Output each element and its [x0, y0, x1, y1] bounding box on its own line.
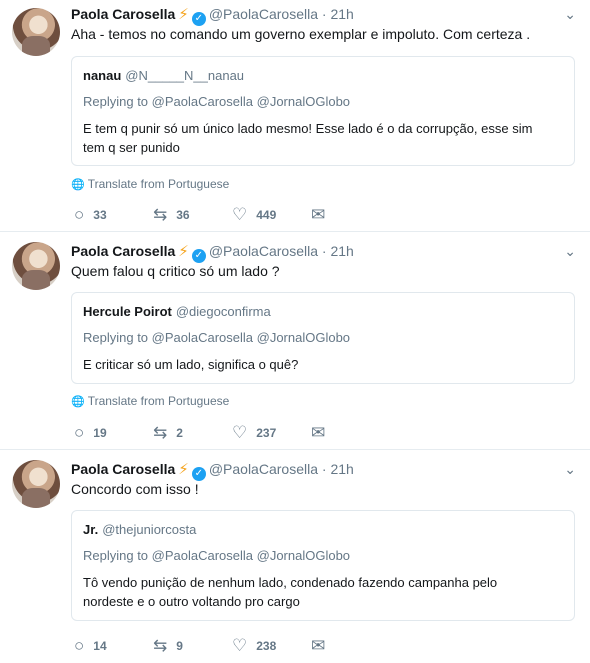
envelope-icon: ✉ [311, 636, 326, 655]
author-name[interactable]: Paola Carosella [71, 243, 175, 259]
retweet-icon: ⇆ [153, 636, 168, 655]
quote-text-line: tem q ser punido [83, 140, 180, 155]
chevron-down-icon[interactable]: ⌄ [564, 6, 576, 23]
retweet-button[interactable]: ⇆ 36 [153, 205, 232, 225]
retweet-count: 2 [176, 426, 183, 440]
heart-icon: ♡ [232, 423, 248, 442]
avatar[interactable] [12, 8, 60, 56]
quote-header: Jr. @thejuniorcosta [83, 521, 563, 539]
retweet-count: 9 [176, 639, 183, 653]
bolt-icon: ⚡ [178, 6, 189, 23]
quote-replying-to: Replying to @PaolaCarosella @JornalOGlob… [83, 94, 351, 109]
direct-message-button[interactable]: ✉ [311, 636, 391, 656]
verified-icon: ✓ [191, 12, 206, 26]
tweet-actions: ○ 33 ⇆ 36 ♡ 449 ✉ [74, 205, 391, 225]
quote-text-line: E tem q punir só um único lado mesmo! Es… [83, 121, 533, 136]
bolt-icon: ⚡ [178, 243, 189, 260]
retweet-icon: ⇆ [153, 205, 168, 224]
reply-icon: ○ [74, 636, 85, 655]
quote-header: nanau @N_____N__nanau [83, 67, 563, 85]
like-count: 237 [256, 426, 277, 440]
like-count: 238 [256, 639, 277, 653]
quote-text: E criticar só um lado, significa o quê? [83, 355, 563, 374]
like-count: 449 [256, 208, 277, 222]
reply-count: 33 [93, 208, 107, 222]
timestamp[interactable]: 21h [330, 243, 353, 259]
tweet[interactable]: Paola Carosella ⚡ ✓ @PaolaCarosella · 21h ⌄… [0, 0, 590, 232]
bolt-icon: ⚡ [178, 461, 189, 478]
quote-author-name: nanau [83, 68, 122, 83]
tweet-actions: ○ 14 ⇆ 9 ♡ 238 ✉ [74, 636, 391, 656]
direct-message-button[interactable]: ✉ [311, 423, 391, 443]
reply-button[interactable]: ○ 19 [74, 423, 153, 443]
reply-count: 19 [93, 426, 107, 440]
quote-text-line: Tô vendo punição de nenhum lado, condena… [83, 575, 498, 590]
quote-text: E tem q punir só um único lado mesmo! Es… [83, 119, 563, 157]
translate-label: Translate from Portuguese [87, 394, 230, 408]
tweet-header: Paola Carosella ⚡ ✓ @PaolaCarosella · 21h [71, 242, 354, 263]
avatar[interactable] [12, 242, 60, 290]
like-button[interactable]: ♡ 238 [232, 636, 311, 656]
like-button[interactable]: ♡ 237 [232, 423, 311, 443]
reply-button[interactable]: ○ 14 [74, 636, 153, 656]
quote-header: Hercule Poirot @diegoconfirma [83, 303, 563, 321]
separator-dot: · [321, 461, 327, 477]
quote-author-name: Hercule Poirot [83, 304, 172, 319]
verified-icon: ✓ [191, 467, 206, 481]
tweet-text: Concordo com isso ! [71, 481, 199, 497]
timestamp[interactable]: 21h [330, 6, 353, 22]
timestamp[interactable]: 21h [330, 461, 353, 477]
avatar[interactable] [12, 460, 60, 508]
quote-text-line: E criticar só um lado, significa o quê? [83, 357, 299, 372]
translate-label: Translate from Portuguese [87, 177, 230, 191]
translate-link[interactable]: 🌐 Translate from Portuguese [71, 177, 229, 191]
quoted-tweet[interactable]: nanau @N_____N__nanau Replying to @PaolaC… [71, 56, 575, 166]
tweet-header: Paola Carosella ⚡ ✓ @PaolaCarosella · 21h [71, 460, 354, 481]
envelope-icon: ✉ [311, 205, 326, 224]
quote-author-handle: @diegoconfirma [175, 304, 271, 319]
quote-replying-to: Replying to @PaolaCarosella @JornalOGlob… [83, 548, 351, 563]
tweet-actions: ○ 19 ⇆ 2 ♡ 237 ✉ [74, 423, 391, 443]
verified-icon: ✓ [191, 249, 206, 263]
tweet[interactable]: Paola Carosella ⚡ ✓ @PaolaCarosella · 21h ⌄… [0, 232, 590, 450]
retweet-button[interactable]: ⇆ 2 [153, 423, 232, 443]
envelope-icon: ✉ [311, 423, 326, 442]
reply-button[interactable]: ○ 33 [74, 205, 153, 225]
separator-dot: · [321, 6, 327, 22]
globe-icon: 🌐 [71, 179, 85, 191]
quote-author-handle: @N_____N__nanau [125, 68, 245, 83]
tweet-text: Aha - temos no comando um governo exempl… [71, 26, 531, 42]
chevron-down-icon[interactable]: ⌄ [564, 243, 576, 260]
quote-text: Tô vendo punição de nenhum lado, condena… [83, 573, 563, 611]
reply-icon: ○ [74, 423, 85, 442]
quote-text-line: nordeste e o outro voltando pro cargo [83, 594, 300, 609]
author-name[interactable]: Paola Carosella [71, 6, 175, 22]
quoted-tweet[interactable]: Hercule Poirot @diegoconfirma Replying to… [71, 292, 575, 384]
author-handle[interactable]: @PaolaCarosella [209, 461, 318, 477]
tweet-header: Paola Carosella ⚡ ✓ @PaolaCarosella · 21h [71, 5, 354, 26]
retweet-button[interactable]: ⇆ 9 [153, 636, 232, 656]
separator-dot: · [321, 243, 327, 259]
reply-icon: ○ [74, 205, 85, 224]
heart-icon: ♡ [232, 636, 248, 655]
like-button[interactable]: ♡ 449 [232, 205, 311, 225]
globe-icon: 🌐 [71, 396, 85, 408]
quote-author-name: Jr. [83, 522, 99, 537]
tweet-text: Quem falou q critico só um lado ? [71, 263, 280, 279]
author-handle[interactable]: @PaolaCarosella [209, 243, 318, 259]
quote-author-handle: @thejuniorcosta [102, 522, 197, 537]
quote-replying-to: Replying to @PaolaCarosella @JornalOGlob… [83, 330, 351, 345]
chevron-down-icon[interactable]: ⌄ [564, 461, 576, 478]
retweet-icon: ⇆ [153, 423, 168, 442]
direct-message-button[interactable]: ✉ [311, 205, 391, 225]
quoted-tweet[interactable]: Jr. @thejuniorcosta Replying to @PaolaCar… [71, 510, 575, 621]
author-name[interactable]: Paola Carosella [71, 461, 175, 477]
translate-link[interactable]: 🌐 Translate from Portuguese [71, 394, 229, 408]
author-handle[interactable]: @PaolaCarosella [209, 6, 318, 22]
heart-icon: ♡ [232, 205, 248, 224]
retweet-count: 36 [176, 208, 190, 222]
reply-count: 14 [93, 639, 107, 653]
tweet[interactable]: Paola Carosella ⚡ ✓ @PaolaCarosella · 21h ⌄… [0, 450, 590, 663]
